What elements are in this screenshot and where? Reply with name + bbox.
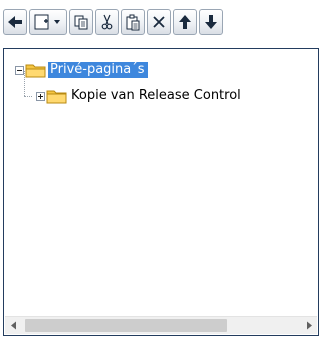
scroll-left-button[interactable] [5,317,22,334]
new-button[interactable] [29,9,67,35]
copy-icon [74,15,88,30]
tree-node-child[interactable]: Kopie van Release Control [36,87,244,105]
folder-open-icon [25,64,46,78]
scroll-right-button[interactable] [300,317,317,334]
tree-panel[interactable]: Privé-pagina´s Kopie van Release Control [3,48,319,336]
arrow-up-icon [179,15,191,29]
tree-view-window: Privé-pagina´s Kopie van Release Control [0,0,322,339]
tree-node-label[interactable]: Privé-pagina´s [48,62,148,78]
chevron-down-icon [54,20,60,24]
folder-icon [46,90,67,104]
tree-node-label[interactable]: Kopie van Release Control [69,88,244,104]
collapse-toggle[interactable] [15,65,24,75]
arrow-left-icon [8,16,22,28]
arrow-down-icon [205,15,217,29]
delete-button[interactable] [147,9,171,35]
cut-button[interactable] [95,9,119,35]
triangle-left-icon [10,321,16,330]
expand-toggle[interactable] [36,91,45,101]
close-icon [153,16,165,28]
back-button[interactable] [3,9,27,35]
new-page-icon [34,14,60,30]
copy-button[interactable] [69,9,93,35]
move-down-button[interactable] [199,9,223,35]
horizontal-scrollbar[interactable] [5,316,317,334]
tree-connector [24,96,32,97]
paste-icon [126,14,140,30]
scissors-icon [101,14,113,30]
scroll-thumb[interactable] [25,319,227,332]
move-up-button[interactable] [173,9,197,35]
paste-button[interactable] [121,9,145,35]
toolbar [3,7,223,37]
triangle-right-icon [306,321,312,330]
tree-node-root[interactable]: Privé-pagina´s [15,61,148,79]
